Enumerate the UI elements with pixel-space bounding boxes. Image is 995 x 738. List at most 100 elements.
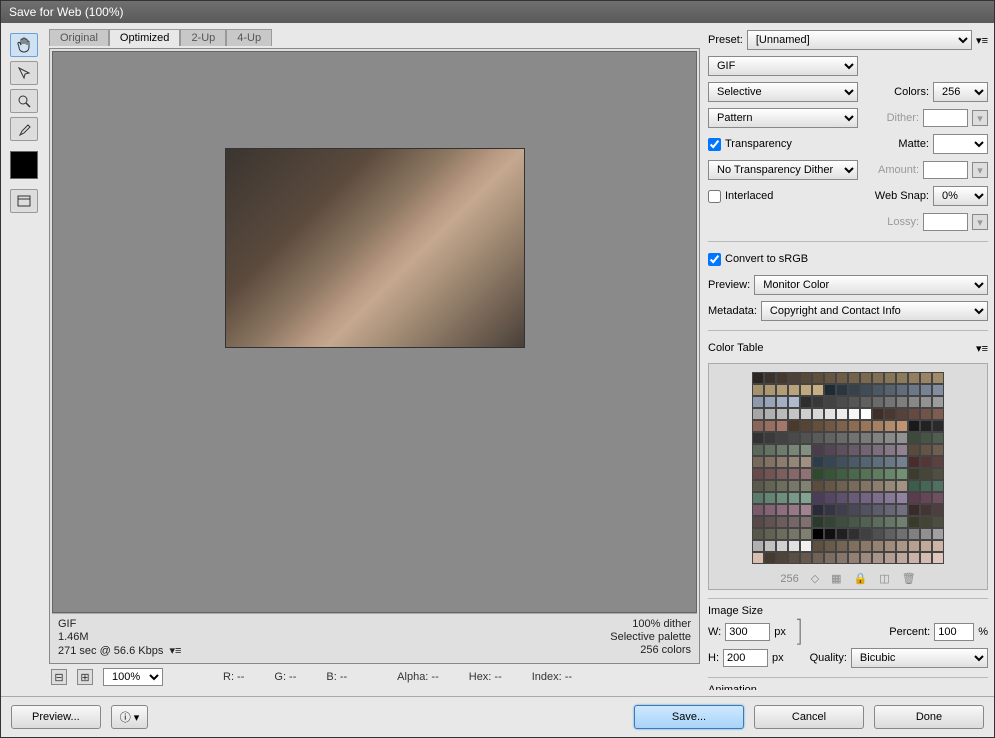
color-table-menu-icon[interactable]: ▾≡: [976, 342, 988, 355]
color-swatch[interactable]: [752, 432, 764, 444]
color-swatch[interactable]: [848, 372, 860, 384]
color-swatch[interactable]: [920, 468, 932, 480]
color-swatch[interactable]: [920, 432, 932, 444]
color-swatch[interactable]: [824, 504, 836, 516]
color-swatch[interactable]: [776, 552, 788, 564]
color-swatch[interactable]: [848, 528, 860, 540]
color-swatch[interactable]: [800, 456, 812, 468]
color-swatch[interactable]: [752, 444, 764, 456]
convert-srgb-checkbox[interactable]: [708, 253, 721, 266]
color-swatch[interactable]: [836, 468, 848, 480]
color-swatch[interactable]: [860, 492, 872, 504]
preset-select[interactable]: [Unnamed]: [747, 30, 972, 50]
color-swatch[interactable]: [824, 552, 836, 564]
color-swatch[interactable]: [896, 372, 908, 384]
color-swatch[interactable]: [932, 384, 944, 396]
color-swatch[interactable]: [920, 420, 932, 432]
color-swatch[interactable]: [836, 504, 848, 516]
matte-select[interactable]: [933, 134, 988, 154]
color-swatch[interactable]: [896, 552, 908, 564]
color-swatch[interactable]: [788, 516, 800, 528]
color-swatch[interactable]: [908, 468, 920, 480]
color-swatch[interactable]: [932, 408, 944, 420]
color-swatch[interactable]: [800, 372, 812, 384]
color-swatch[interactable]: [860, 552, 872, 564]
color-swatch[interactable]: [776, 384, 788, 396]
color-swatch[interactable]: [872, 468, 884, 480]
color-swatch[interactable]: [872, 480, 884, 492]
color-swatch[interactable]: [776, 444, 788, 456]
color-swatch[interactable]: [800, 384, 812, 396]
color-swatch[interactable]: [764, 516, 776, 528]
color-swatch[interactable]: [896, 516, 908, 528]
color-swatch[interactable]: [764, 456, 776, 468]
color-swatch[interactable]: [824, 528, 836, 540]
websnap-select[interactable]: 0%: [933, 186, 988, 206]
color-swatch[interactable]: [884, 504, 896, 516]
color-swatch[interactable]: [812, 552, 824, 564]
tab-4up[interactable]: 4-Up: [226, 29, 272, 46]
color-swatch[interactable]: [920, 456, 932, 468]
color-swatch[interactable]: [764, 384, 776, 396]
color-swatch[interactable]: [788, 552, 800, 564]
color-swatch[interactable]: [848, 384, 860, 396]
color-swatch[interactable]: [764, 432, 776, 444]
color-swatch[interactable]: [872, 372, 884, 384]
color-swatch[interactable]: [764, 504, 776, 516]
color-swatch[interactable]: [884, 396, 896, 408]
color-swatch[interactable]: [800, 408, 812, 420]
color-swatch[interactable]: [836, 444, 848, 456]
color-swatch[interactable]: [752, 372, 764, 384]
color-swatch[interactable]: [848, 420, 860, 432]
color-swatch[interactable]: [908, 552, 920, 564]
color-swatch[interactable]: [884, 456, 896, 468]
done-button[interactable]: Done: [874, 705, 984, 729]
color-swatch[interactable]: [848, 408, 860, 420]
color-swatch[interactable]: [884, 384, 896, 396]
color-swatch[interactable]: [920, 408, 932, 420]
color-swatch[interactable]: [836, 492, 848, 504]
color-swatch[interactable]: [920, 384, 932, 396]
color-swatch[interactable]: [764, 540, 776, 552]
color-swatch[interactable]: [908, 540, 920, 552]
color-swatch[interactable]: [884, 528, 896, 540]
color-swatch[interactable]: [788, 504, 800, 516]
color-swatch[interactable]: [836, 480, 848, 492]
color-swatch[interactable]: [788, 480, 800, 492]
color-swatch[interactable]: [872, 408, 884, 420]
color-swatch[interactable]: [908, 432, 920, 444]
color-swatch[interactable]: [812, 444, 824, 456]
color-swatch[interactable]: [908, 408, 920, 420]
color-swatch[interactable]: [800, 444, 812, 456]
hand-tool[interactable]: [10, 33, 38, 57]
color-swatch[interactable]: [908, 516, 920, 528]
color-swatch[interactable]: [752, 384, 764, 396]
color-swatch[interactable]: [896, 432, 908, 444]
color-swatch[interactable]: [860, 420, 872, 432]
color-swatch[interactable]: [776, 456, 788, 468]
color-swatch[interactable]: [896, 540, 908, 552]
color-swatch[interactable]: [908, 444, 920, 456]
color-swatch[interactable]: [884, 540, 896, 552]
color-swatch[interactable]: [920, 480, 932, 492]
color-swatch[interactable]: [788, 420, 800, 432]
color-swatch[interactable]: [764, 468, 776, 480]
color-swatch[interactable]: [824, 456, 836, 468]
flyout-icon[interactable]: ▾≡: [169, 645, 181, 657]
color-swatch[interactable]: [860, 432, 872, 444]
color-swatch[interactable]: [872, 396, 884, 408]
ct-icon-lock[interactable]: 🔒: [854, 572, 868, 585]
slice-select-tool[interactable]: [10, 61, 38, 85]
color-swatch[interactable]: [824, 420, 836, 432]
color-swatch[interactable]: [752, 408, 764, 420]
color-swatch[interactable]: [848, 468, 860, 480]
colors-select[interactable]: 256: [933, 82, 988, 102]
metadata-select[interactable]: Copyright and Contact Info: [761, 301, 988, 321]
color-swatch[interactable]: [872, 420, 884, 432]
color-swatch[interactable]: [872, 516, 884, 528]
color-swatch[interactable]: [908, 528, 920, 540]
color-swatch[interactable]: [920, 396, 932, 408]
preset-menu-icon[interactable]: ▾≡: [976, 34, 988, 47]
color-swatch[interactable]: [920, 540, 932, 552]
color-swatch[interactable]: [932, 540, 944, 552]
